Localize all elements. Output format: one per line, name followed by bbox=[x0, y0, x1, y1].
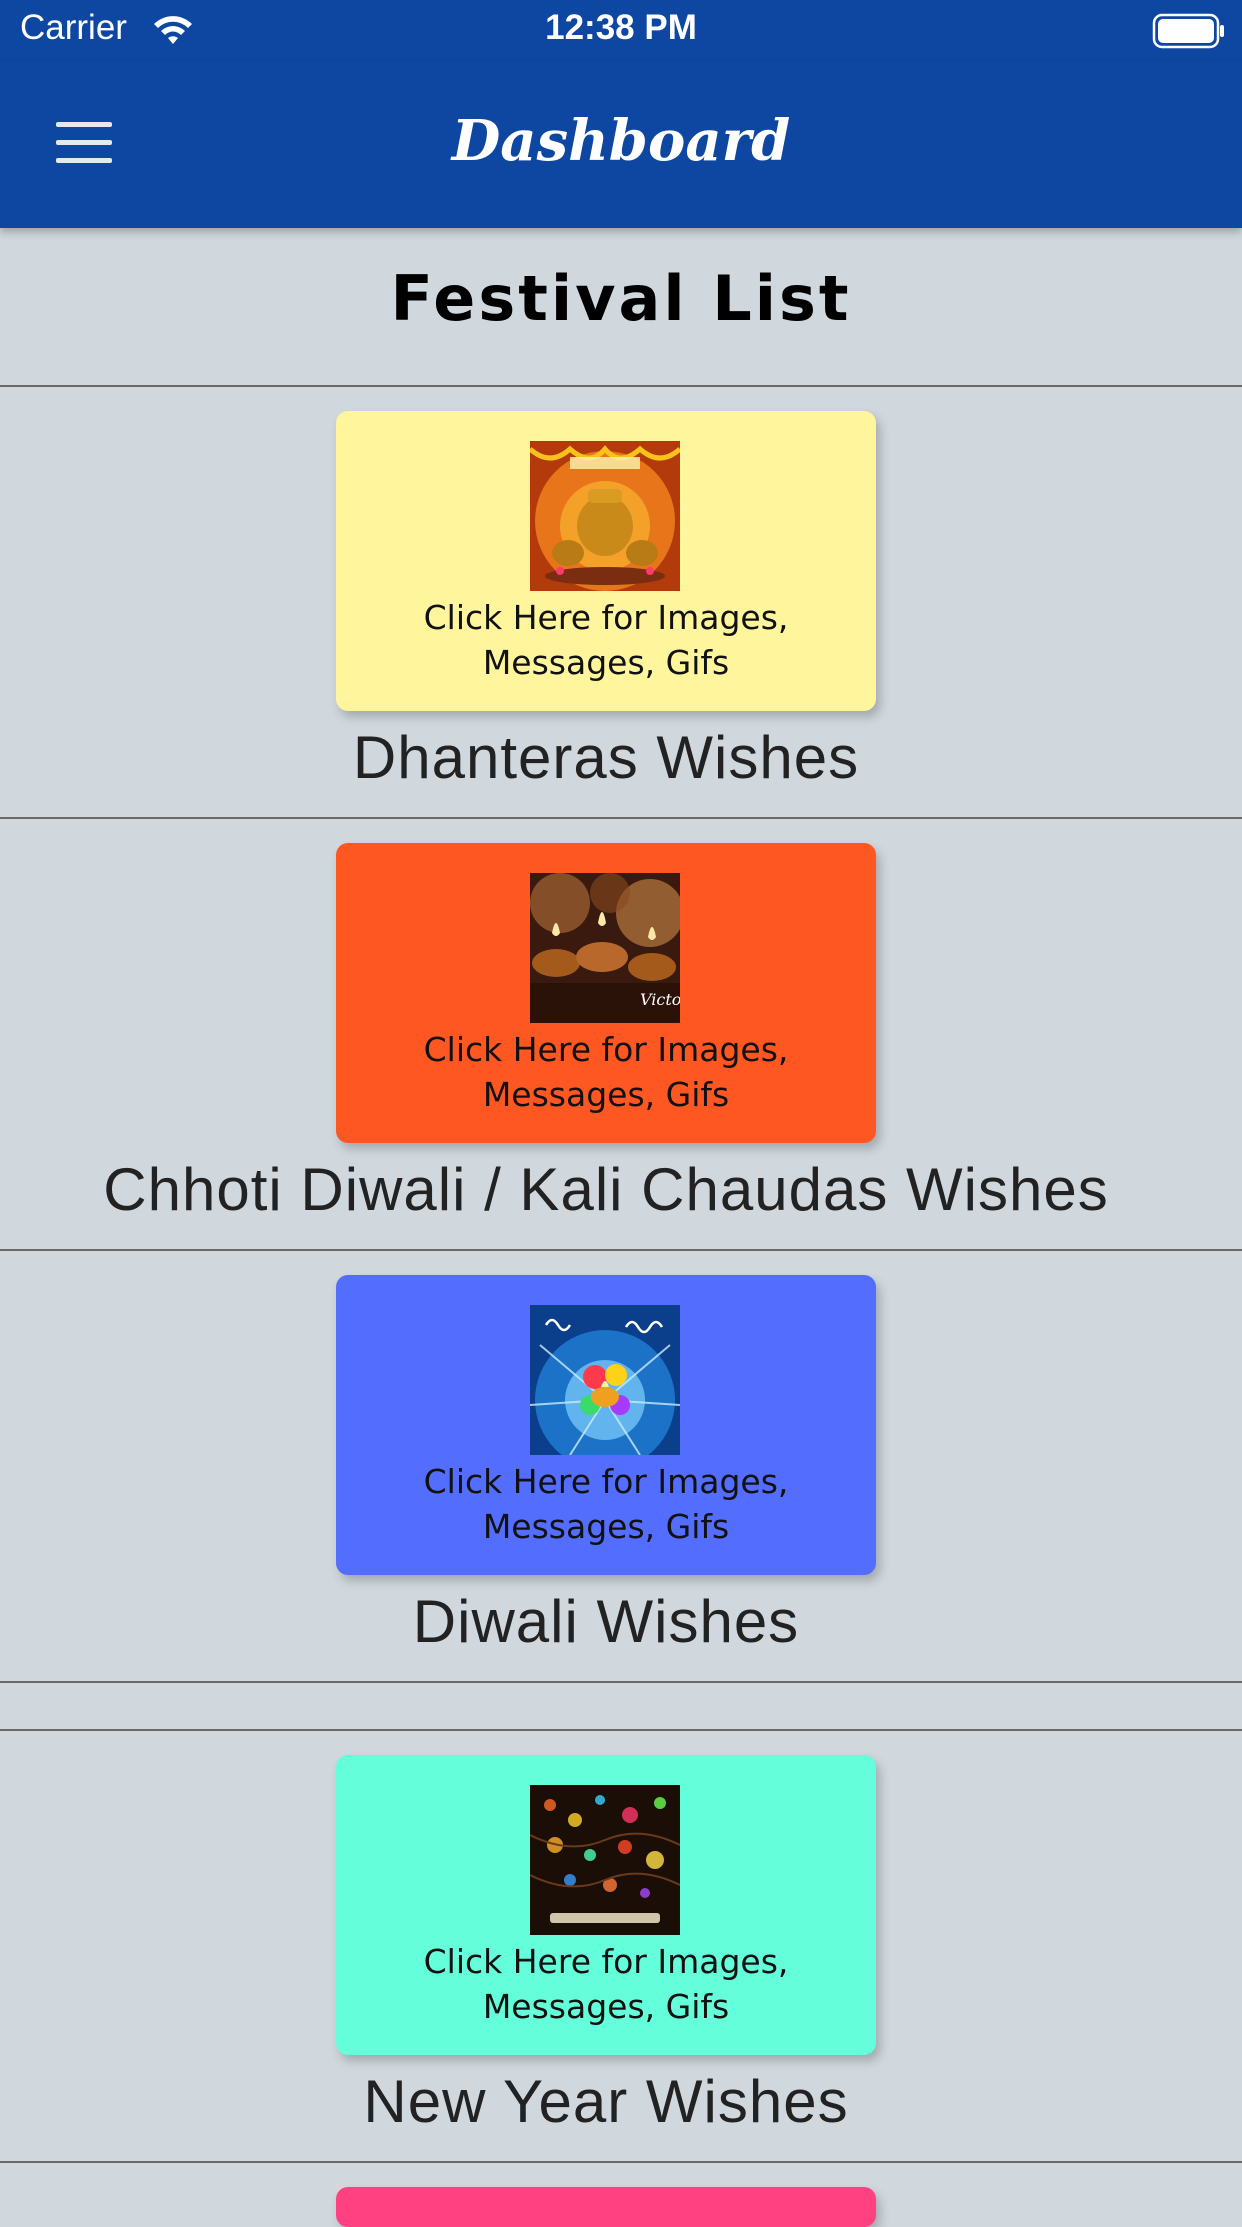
festival-card-new-year[interactable]: Click Here for Images, Messages, Gifs bbox=[336, 1755, 876, 2055]
status-bar: Carrier 12:38 PM bbox=[0, 0, 1242, 62]
divider bbox=[0, 1729, 1242, 1731]
festival-card-partial[interactable] bbox=[336, 2187, 876, 2227]
divider bbox=[0, 385, 1242, 387]
divider bbox=[0, 2161, 1242, 2163]
divider bbox=[0, 1681, 1242, 1683]
dhanteras-thumbnail bbox=[530, 441, 680, 591]
page-title: Festival List bbox=[390, 262, 852, 335]
divider bbox=[0, 817, 1242, 819]
festival-card-diwali[interactable]: Click Here for Images, Messages, Gifs bbox=[336, 1275, 876, 1575]
card-caption: Click Here for Images, Messages, Gifs bbox=[423, 1030, 789, 1114]
chhoti-diwali-thumbnail: Victory bbox=[530, 873, 680, 1023]
festival-title-diwali[interactable]: Diwali Wishes bbox=[0, 1587, 1212, 1656]
battery-icon bbox=[1152, 13, 1224, 49]
card-caption: Click Here for Images, Messages, Gifs bbox=[423, 1462, 789, 1546]
app-title: Dashboard bbox=[451, 108, 791, 174]
clock: 12:38 PM bbox=[545, 8, 697, 47]
app-bar: Dashboard bbox=[0, 62, 1242, 228]
divider bbox=[0, 1249, 1242, 1251]
festival-card-dhanteras[interactable]: Click Here for Images, Messages, Gifs bbox=[336, 411, 876, 711]
festival-card-chhoti-diwali[interactable]: Victory Click Here for Images, Messages,… bbox=[336, 843, 876, 1143]
new-year-thumbnail bbox=[530, 1785, 680, 1935]
card-caption: Click Here for Images, Messages, Gifs bbox=[423, 1942, 789, 2026]
festival-title-new-year[interactable]: New Year Wishes bbox=[0, 2067, 1212, 2136]
svg-text:Victory: Victory bbox=[640, 990, 680, 1009]
festival-title-dhanteras[interactable]: Dhanteras Wishes bbox=[0, 723, 1212, 792]
card-caption: Click Here for Images, Messages, Gifs bbox=[423, 598, 789, 682]
diwali-thumbnail bbox=[530, 1305, 680, 1455]
festival-title-chhoti-diwali[interactable]: Chhoti Diwali / Kali Chaudas Wishes bbox=[0, 1155, 1212, 1224]
